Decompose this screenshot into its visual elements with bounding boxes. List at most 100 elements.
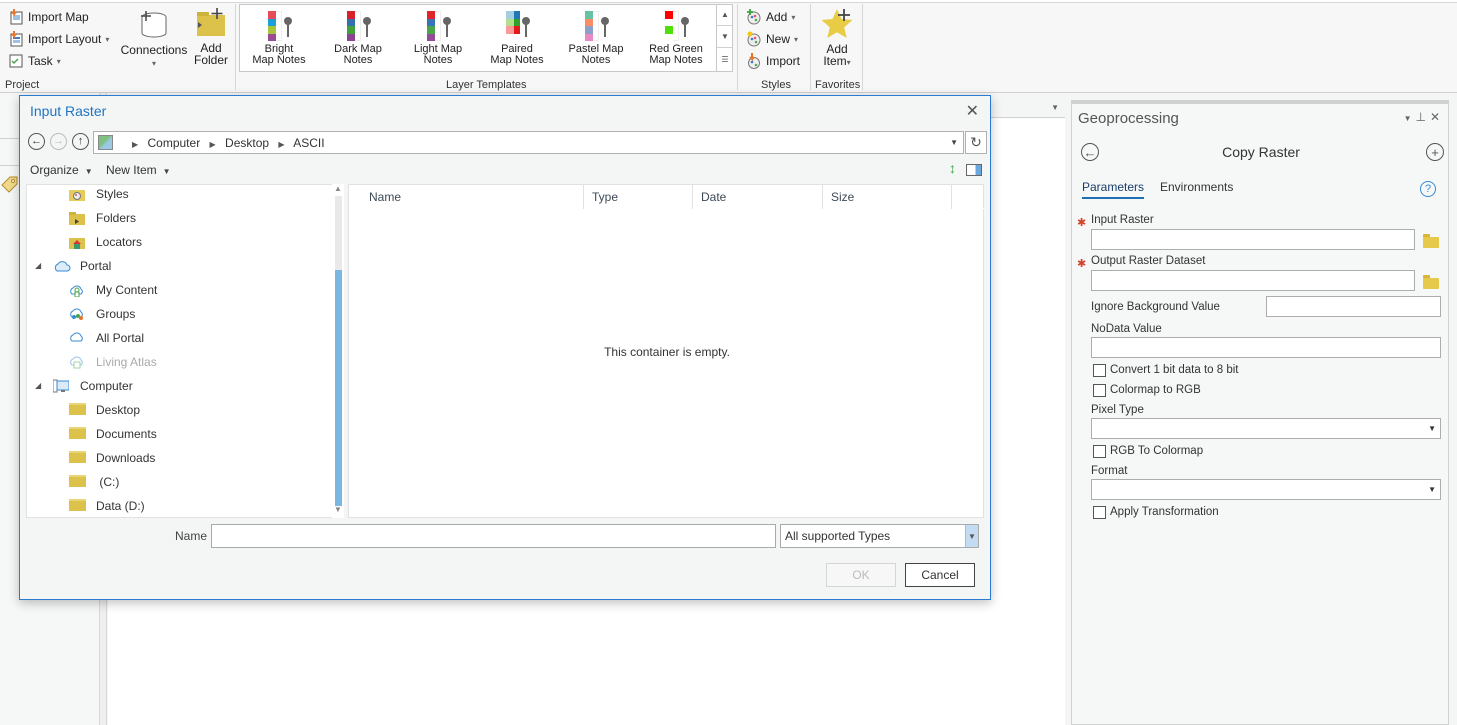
import-layout-button[interactable]: Import Layout ▾	[8, 29, 109, 49]
ribbon-top-border	[0, 0, 1457, 3]
pane-title: Geoprocessing	[1078, 110, 1179, 127]
ignore-background-field[interactable]	[1266, 296, 1441, 317]
tree-scrollbar[interactable]: ▲ ▼	[332, 184, 344, 518]
rgb-colormap-checkbox[interactable]	[1093, 445, 1106, 458]
tree-item[interactable]: Styles	[69, 185, 129, 206]
gallery-scroll-down-button[interactable]: ▼	[717, 26, 733, 48]
connections-button[interactable]: Connections ▾	[120, 9, 188, 70]
layer-template-item[interactable]: Dark Map Notes	[322, 11, 394, 66]
chevron-down-icon: ▼	[1428, 485, 1436, 494]
input-raster-field[interactable]	[1091, 229, 1415, 250]
type-filter-select[interactable]: All supported Types ▼	[780, 524, 979, 548]
layer-template-item[interactable]: Pastel Map Notes	[560, 11, 632, 66]
dialog-close-icon[interactable]: ✕	[966, 101, 979, 121]
expand-collapse-icon[interactable]: ◢	[35, 261, 41, 270]
breadcrumb-desktop[interactable]: Desktop	[225, 136, 269, 150]
column-name[interactable]: Name	[349, 185, 584, 209]
layer-template-label-line2: Map Notes	[649, 54, 703, 66]
required-icon: ✱	[1077, 217, 1087, 229]
organize-menu[interactable]: Organize	[30, 163, 79, 177]
output-raster-field[interactable]	[1091, 270, 1415, 291]
pin-icon[interactable]: ⊥	[1415, 110, 1429, 124]
name-input[interactable]	[211, 524, 776, 548]
up-icon[interactable]: ↑	[72, 133, 89, 150]
forward-icon[interactable]: →	[50, 133, 67, 150]
column-size[interactable]: Size	[823, 185, 952, 209]
browse-folder-icon[interactable]	[1423, 275, 1439, 289]
column-date[interactable]: Date	[693, 185, 823, 209]
nodata-field[interactable]	[1091, 337, 1441, 358]
layer-template-item[interactable]: Red Green Map Notes	[640, 11, 712, 66]
column-type[interactable]: Type	[584, 185, 693, 209]
layer-template-item[interactable]: Light Map Notes	[402, 11, 474, 66]
new-item-menu[interactable]: New Item	[106, 163, 157, 177]
layer-template-item[interactable]: Bright Map Notes	[243, 11, 315, 66]
rgb-colormap-label: RGB To Colormap	[1110, 445, 1204, 457]
view-dropdown-icon[interactable]: ▼	[1051, 103, 1059, 112]
browse-folder-icon[interactable]	[1423, 234, 1439, 248]
tree-item[interactable]: Data (D:)	[69, 494, 145, 517]
task-label: Task	[28, 54, 53, 68]
pixel-type-select[interactable]: ▼	[1091, 418, 1441, 439]
ok-button[interactable]: OK	[826, 563, 896, 587]
add-tool-icon[interactable]: +	[1426, 143, 1444, 161]
breadcrumb-computer[interactable]: Computer	[148, 136, 201, 150]
layer-template-label-line2: Notes	[581, 54, 611, 66]
portal-cloud-icon	[53, 259, 71, 273]
refresh-icon[interactable]: ↻	[965, 131, 987, 154]
close-icon[interactable]: ✕	[1430, 110, 1444, 124]
styles-import-button[interactable]: Import	[746, 51, 800, 71]
tree-item-label: Data (D:)	[96, 499, 145, 513]
tree-item[interactable]: Desktop	[69, 398, 140, 422]
tree-item-label: Groups	[96, 307, 136, 321]
pane-menu-icon[interactable]: ▼	[1404, 114, 1416, 123]
address-dropdown-icon[interactable]: ▼	[950, 138, 958, 147]
layer-templates-group-label: Layer Templates	[446, 79, 527, 91]
tree-item[interactable]: Documents	[69, 422, 157, 446]
scroll-down-icon[interactable]: ▼	[334, 505, 342, 514]
layer-template-item[interactable]: Paired Map Notes	[481, 11, 553, 66]
tree-item[interactable]: Downloads	[69, 446, 155, 470]
tree-item[interactable]: Locators	[69, 230, 142, 254]
layer-template-label: Light Map Notes	[402, 44, 474, 66]
add-item-label-2-wrap: Item▾	[823, 55, 850, 69]
input-raster-label: Input Raster	[1091, 214, 1154, 226]
add-item-button[interactable]: Add Item▾	[816, 7, 858, 69]
colormap-rgb-checkbox[interactable]	[1093, 384, 1106, 397]
convert-1bit-checkbox[interactable]	[1093, 364, 1106, 377]
apply-transformation-label: Apply Transformation	[1110, 506, 1219, 518]
cancel-button[interactable]: Cancel	[905, 563, 975, 587]
view-options-icon[interactable]	[966, 164, 982, 176]
breadcrumb-ascii[interactable]: ASCII	[293, 136, 324, 150]
tree-item[interactable]: All Portal	[69, 326, 144, 350]
scroll-up-icon[interactable]: ▲	[334, 184, 342, 193]
expand-collapse-icon[interactable]: ◢	[35, 381, 41, 390]
sort-icon[interactable]: ↕	[949, 160, 956, 176]
add-folder-label-2: Folder	[193, 53, 228, 67]
scroll-thumb[interactable]	[335, 270, 342, 506]
tab-environments[interactable]: Environments	[1160, 180, 1233, 194]
styles-add-button[interactable]: Add ▾	[746, 7, 795, 27]
tree-item[interactable]: My Content	[69, 278, 157, 302]
gallery-expand-button[interactable]: ☰	[717, 48, 733, 70]
task-button[interactable]: Task ▾	[8, 51, 61, 71]
apply-transformation-checkbox[interactable]	[1093, 506, 1106, 519]
styles-new-button[interactable]: New ▾	[746, 29, 798, 49]
add-folder-button[interactable]: Add Folder	[192, 8, 230, 66]
format-select[interactable]: ▼	[1091, 479, 1441, 500]
styles-add-label: Add	[766, 10, 788, 24]
tree-item[interactable]: Groups	[69, 302, 135, 326]
tab-parameters[interactable]: Parameters	[1082, 180, 1145, 199]
import-map-button[interactable]: Import Map	[8, 7, 89, 27]
layer-template-label: Pastel Map Notes	[560, 44, 632, 66]
type-filter-value: All supported Types	[785, 529, 891, 543]
tree-item[interactable]: Computer	[52, 374, 133, 398]
tree-item[interactable]: (C:)	[69, 470, 119, 494]
address-bar[interactable]: ▶ Computer ▶ Desktop ▶ ASCII ▼	[93, 131, 964, 154]
back-icon[interactable]: ←	[28, 133, 45, 150]
help-icon[interactable]: ?	[1420, 181, 1436, 197]
tree-item[interactable]: Living Atlas	[69, 350, 157, 374]
gallery-scroll-up-button[interactable]: ▲	[717, 4, 733, 26]
tree-item[interactable]: Portal	[53, 254, 111, 278]
tree-item[interactable]: Folders	[69, 206, 136, 230]
